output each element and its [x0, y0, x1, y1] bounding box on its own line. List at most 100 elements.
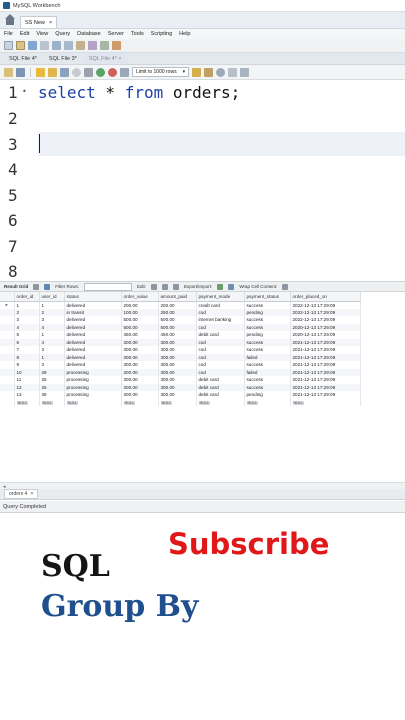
execute-lightning-icon[interactable] [36, 67, 45, 77]
table-cell[interactable]: 3 [39, 346, 65, 354]
tab-orders-4[interactable]: orders 4 × [4, 489, 39, 499]
table-cell[interactable]: 4 [39, 323, 65, 331]
row-selector[interactable] [0, 361, 15, 369]
table-cell[interactable]: failed [244, 353, 291, 361]
commit-icon[interactable] [96, 67, 105, 77]
table-cell[interactable]: cod [196, 361, 245, 369]
create-table-icon[interactable] [52, 41, 61, 50]
menu-query[interactable]: Query [55, 31, 70, 37]
row-selector[interactable] [0, 398, 15, 406]
table-cell[interactable]: 450.00 [121, 331, 159, 339]
table-cell[interactable]: 9 [14, 361, 40, 369]
table-cell[interactable]: 300.00 [158, 368, 197, 376]
menu-file[interactable]: File [4, 31, 13, 37]
table-cell[interactable]: 2022-12-13 17:29:09 [290, 316, 361, 324]
table-cell[interactable]: 300.00 [158, 361, 197, 369]
table-cell[interactable]: pending [244, 331, 291, 339]
null-cell[interactable]: NULL [39, 398, 65, 406]
row-selector[interactable] [0, 353, 15, 361]
table-cell[interactable]: 2021-12-13 17:29:09 [290, 376, 361, 384]
row-selector[interactable] [0, 383, 15, 391]
import-icon[interactable] [228, 283, 235, 290]
table-cell[interactable]: 300.00 [158, 346, 197, 354]
menu-edit[interactable]: Edit [20, 31, 29, 37]
table-cell[interactable]: in transit [64, 308, 122, 316]
column-header[interactable]: order_placed_on [290, 292, 361, 302]
table-row[interactable]: 6 4 delivered 300.00 300.00 cod success 2021-12… [0, 338, 361, 346]
null-cell[interactable]: NULL [64, 398, 122, 406]
column-header[interactable]: amount_paid [158, 292, 197, 302]
save-icon[interactable] [16, 67, 25, 77]
row-selector[interactable] [0, 376, 15, 384]
table-cell[interactable]: success [244, 383, 291, 391]
table-cell[interactable]: 2021-12-13 17:29:09 [290, 383, 361, 391]
table-cell[interactable]: 2022-12-13 17:29:09 [290, 301, 361, 309]
table-row[interactable]: 3 3 delivered 500.00 500.00 internet banking s… [0, 316, 361, 324]
table-row[interactable]: 13 36 processing 300.00 300.00 debit card pend… [0, 391, 361, 399]
table-cell[interactable]: debit card [196, 376, 245, 384]
table-cell[interactable]: 4 [14, 323, 40, 331]
explain-icon[interactable] [60, 67, 69, 77]
table-cell[interactable]: 300.00 [158, 383, 197, 391]
table-cell[interactable]: 4 [39, 338, 65, 346]
table-cell[interactable]: cod [196, 308, 245, 316]
create-view-icon[interactable] [64, 41, 73, 50]
table-cell[interactable]: internet banking [196, 316, 245, 324]
grid-icon[interactable] [33, 283, 40, 290]
table-cell[interactable]: delivered [64, 331, 122, 339]
table-cell[interactable]: success [244, 301, 291, 309]
table-cell[interactable]: delivered [64, 316, 122, 324]
search-table-data-icon[interactable] [100, 41, 109, 50]
table-cell[interactable]: 5 [14, 331, 40, 339]
close-icon[interactable]: × [49, 20, 52, 26]
table-cell[interactable]: credit card [196, 301, 245, 309]
table-cell[interactable]: 100.00 [121, 308, 159, 316]
menu-database[interactable]: Database [77, 31, 101, 37]
stop-icon[interactable] [72, 67, 81, 77]
table-cell[interactable]: 6 [14, 338, 40, 346]
sql-editor[interactable]: 1 • 2 3 4 5 6 7 8 select * from orders; [0, 80, 405, 281]
invisible-chars-icon[interactable] [228, 67, 238, 77]
table-cell[interactable]: 200.00 [158, 301, 197, 309]
menu-tools[interactable]: Tools [131, 31, 144, 37]
reconnect-icon[interactable] [112, 41, 121, 50]
row-selector[interactable] [0, 346, 15, 354]
row-selector[interactable] [0, 338, 15, 346]
table-cell[interactable]: success [244, 316, 291, 324]
row-selector[interactable] [0, 391, 15, 399]
open-file-icon[interactable] [4, 67, 13, 77]
table-cell[interactable]: 300.00 [121, 346, 159, 354]
table-row[interactable]: 5 1 delivered 450.00 450.00 debit card pending… [0, 331, 361, 339]
tab-sql-file-active[interactable]: SQL File 4* × [83, 53, 127, 64]
tab-sql-file-3[interactable]: SQL File 3* [44, 53, 82, 64]
table-cell[interactable]: delivered [64, 323, 122, 331]
wrap-lines-icon[interactable] [240, 67, 250, 77]
table-cell[interactable]: 2021-12-13 17:29:09 [290, 353, 361, 361]
column-header[interactable]: order_value [121, 292, 159, 302]
export-icon[interactable] [217, 283, 224, 290]
column-header[interactable]: user_id [39, 292, 65, 302]
table-cell[interactable]: cod [196, 323, 245, 331]
column-header[interactable]: payment_status [244, 292, 291, 302]
table-cell[interactable]: 1 [14, 301, 40, 309]
table-cell[interactable]: 300.00 [158, 391, 197, 399]
table-cell[interactable]: cod [196, 338, 245, 346]
table-cell[interactable]: 7 [14, 346, 40, 354]
null-cell[interactable]: NULL [121, 398, 159, 406]
horizontal-scrollbar[interactable]: ◂ [0, 482, 405, 490]
row-selector[interactable] [0, 331, 15, 339]
row-selector[interactable] [0, 308, 15, 316]
schema-inspector-icon[interactable] [28, 41, 37, 50]
table-cell[interactable]: 2021-12-13 17:29:09 [290, 361, 361, 369]
table-cell[interactable]: 300.00 [158, 353, 197, 361]
row-selector[interactable] [0, 368, 15, 376]
table-cell[interactable]: processing [64, 368, 122, 376]
result-grid-label[interactable]: Result Grid [4, 284, 28, 289]
table-cell[interactable]: debit card [196, 383, 245, 391]
null-cell[interactable]: NULL [244, 398, 291, 406]
new-sql-tab-icon[interactable] [4, 41, 13, 50]
table-cell[interactable]: success [244, 346, 291, 354]
table-cell[interactable]: processing [64, 391, 122, 399]
table-row[interactable]: 2 2 in transit 100.00 250.00 cod pending 2022-1… [0, 308, 361, 316]
table-cell[interactable]: 11 [14, 376, 40, 384]
